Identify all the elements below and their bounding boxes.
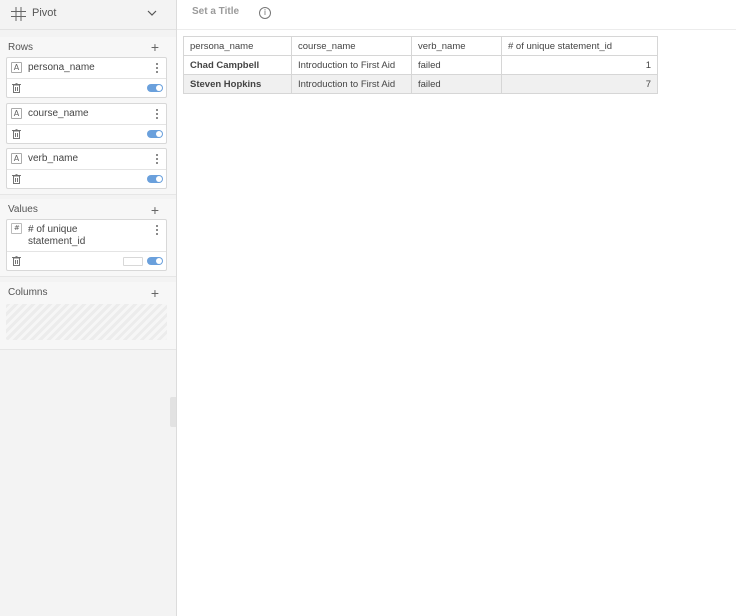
- field-name: persona_name: [28, 62, 95, 73]
- field-name: course_name: [28, 108, 89, 119]
- field-name-line2: statement_id: [28, 236, 86, 247]
- main-area: Set a Title i persona_name course_name v…: [177, 0, 736, 616]
- field-name-line1: # of unique: [28, 224, 78, 235]
- kebab-menu-icon[interactable]: [154, 108, 160, 120]
- table-cell: Introduction to First Aid: [291, 74, 412, 94]
- add-value-button[interactable]: +: [148, 203, 162, 217]
- visualization-selector[interactable]: Pivot: [0, 0, 176, 30]
- row-field-card[interactable]: A course_name: [6, 103, 167, 144]
- add-row-button[interactable]: +: [148, 40, 162, 54]
- visualization-name: Pivot: [32, 7, 57, 19]
- kebab-menu-icon[interactable]: [154, 62, 160, 74]
- column-header[interactable]: verb_name: [411, 36, 502, 56]
- row-field-card[interactable]: A verb_name: [6, 148, 167, 189]
- values-section: Values + # # of unique statement_id: [0, 199, 176, 277]
- rows-label: Rows: [8, 42, 34, 53]
- columns-drop-zone[interactable]: [6, 304, 167, 340]
- columns-section: Columns +: [0, 282, 176, 350]
- toggle-switch[interactable]: [147, 175, 163, 183]
- panel-collapse-handle[interactable]: [170, 397, 176, 427]
- toggle-switch[interactable]: [147, 130, 163, 138]
- value-field-card[interactable]: # # of unique statement_id: [6, 219, 167, 271]
- trash-icon[interactable]: [12, 256, 21, 266]
- rows-section: Rows + A persona_name A course_name A ve…: [0, 37, 176, 195]
- left-panel: Pivot Rows + A persona_name A course_nam…: [0, 0, 177, 616]
- table-row: Steven Hopkins Introduction to First Aid…: [183, 74, 658, 94]
- table-cell: failed: [411, 74, 502, 94]
- table-cell: 7: [501, 74, 658, 94]
- title-bar: Set a Title i: [177, 0, 736, 30]
- columns-label: Columns: [8, 287, 48, 298]
- trash-icon[interactable]: [12, 129, 21, 139]
- field-name: verb_name: [28, 153, 79, 164]
- table-row: Chad Campbell Introduction to First Aid …: [183, 55, 658, 75]
- pivot-table: persona_name course_name verb_name # of …: [183, 36, 658, 94]
- row-field-card[interactable]: A persona_name: [6, 57, 167, 98]
- column-header[interactable]: # of unique statement_id: [501, 36, 658, 56]
- values-label: Values: [8, 204, 38, 215]
- grid-icon: [11, 7, 26, 21]
- number-type-icon: #: [11, 223, 22, 234]
- trash-icon[interactable]: [12, 83, 21, 93]
- text-type-icon: A: [11, 153, 22, 164]
- kebab-menu-icon[interactable]: [154, 153, 160, 165]
- toggle-switch[interactable]: [147, 257, 163, 265]
- aggregation-selector[interactable]: [123, 257, 143, 266]
- text-type-icon: A: [11, 108, 22, 119]
- chevron-down-icon[interactable]: [147, 9, 157, 17]
- table-cell: Steven Hopkins: [183, 74, 292, 94]
- text-type-icon: A: [11, 62, 22, 73]
- column-header[interactable]: course_name: [291, 36, 412, 56]
- toggle-switch[interactable]: [147, 84, 163, 92]
- table-cell: failed: [411, 55, 502, 75]
- table-cell: Chad Campbell: [183, 55, 292, 75]
- header-row: persona_name course_name verb_name # of …: [183, 36, 658, 56]
- trash-icon[interactable]: [12, 174, 21, 184]
- kebab-menu-icon[interactable]: [154, 224, 160, 236]
- add-column-button[interactable]: +: [148, 286, 162, 300]
- table-cell: 1: [501, 55, 658, 75]
- table-cell: Introduction to First Aid: [291, 55, 412, 75]
- info-icon[interactable]: i: [259, 7, 271, 19]
- column-header[interactable]: persona_name: [183, 36, 292, 56]
- set-title-button[interactable]: Set a Title: [192, 6, 239, 17]
